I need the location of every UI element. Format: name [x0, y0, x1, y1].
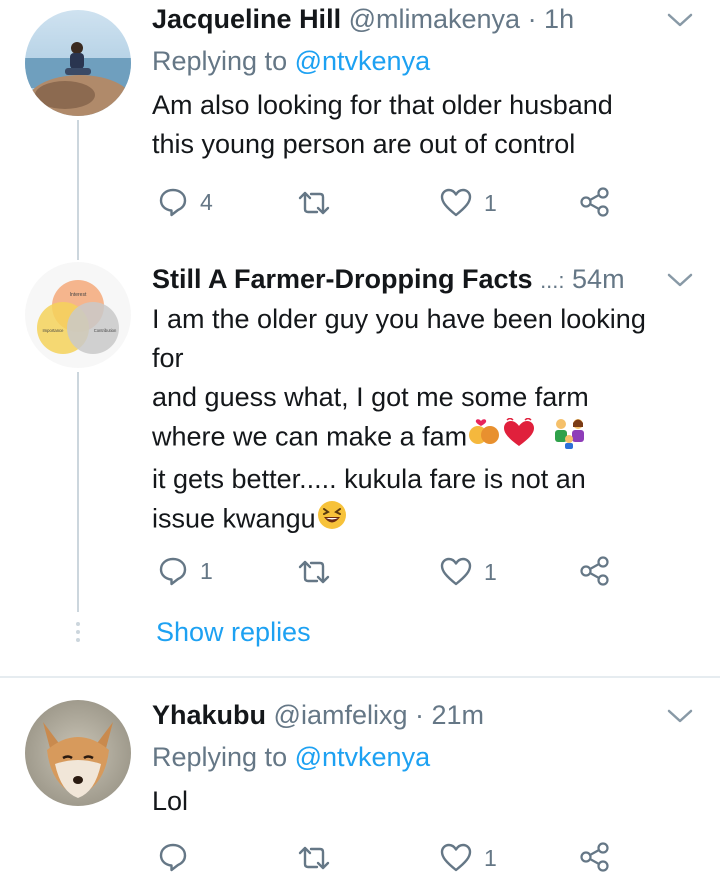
timestamp[interactable]: 54m	[572, 264, 625, 294]
avatar-yhakubu[interactable]	[25, 700, 131, 806]
tweet-line: Am also looking for that older husband	[152, 90, 613, 120]
venn-label-interest: Interest	[70, 292, 87, 298]
retweet-button[interactable]	[296, 189, 344, 217]
share-icon	[579, 555, 611, 587]
share-icon	[579, 186, 611, 218]
reply-icon	[158, 556, 188, 586]
retweet-icon	[296, 558, 332, 586]
timestamp[interactable]: · 21m	[415, 700, 484, 730]
retweet-button[interactable]	[296, 844, 344, 872]
chevron-down-icon[interactable]	[666, 270, 694, 290]
user-handle[interactable]: @mlimakenya	[349, 4, 520, 34]
tweet-text: Lol	[152, 782, 700, 821]
display-name[interactable]: Jacqueline Hill	[152, 4, 341, 34]
action-bar: 4 1	[0, 183, 720, 223]
heart-icon	[440, 557, 472, 587]
reply-count: 4	[200, 188, 213, 215]
reply-button[interactable]: 1	[158, 556, 213, 586]
replying-to-mention[interactable]: @ntvkenya	[295, 742, 430, 772]
reply-count: 1	[200, 557, 213, 584]
thread-dot	[76, 638, 80, 642]
like-count: 1	[484, 558, 497, 585]
tweet-line-with-emoji: where we can make a fam	[152, 417, 700, 460]
tweet-line: I am the older guy you have been looking	[152, 304, 646, 334]
retweet-button[interactable]	[296, 558, 344, 586]
thread-dot	[76, 630, 80, 634]
tweet-header: Jacqueline Hill @mlimakenya · 1h	[152, 2, 574, 36]
venn-label-contribution: Contribution	[94, 328, 117, 333]
thread-line	[77, 372, 79, 612]
share-icon	[579, 841, 611, 873]
display-name[interactable]: Yhakubu	[152, 700, 266, 730]
replying-to-mention[interactable]: @ntvkenya	[295, 46, 430, 76]
tweet-line: it gets better..... kukula fare is not a…	[152, 464, 586, 494]
show-replies-link[interactable]: Show replies	[156, 614, 311, 650]
chevron-down-icon[interactable]	[666, 706, 694, 726]
like-count: 1	[484, 844, 497, 871]
kiss-emoji-icon	[467, 418, 501, 459]
thread-dot	[76, 622, 80, 626]
reply-button[interactable]: 4	[158, 187, 213, 217]
retweet-icon	[296, 844, 332, 872]
replying-to-label: Replying to	[152, 742, 288, 772]
tweet-line: and guess what, I got me some farm	[152, 382, 589, 412]
replying-to: Replying to @ntvkenya	[152, 44, 430, 78]
tweet-text: I am the older guy you have been looking…	[152, 300, 700, 542]
share-button[interactable]	[579, 555, 611, 587]
replying-to-label: Replying to	[152, 46, 288, 76]
heart-emoji-icon	[501, 417, 537, 459]
tweet-header: Yhakubu @iamfelixg · 21m	[152, 698, 484, 732]
avatar-jacqueline[interactable]	[25, 10, 131, 116]
reply-icon	[158, 842, 188, 872]
heart-icon	[440, 843, 472, 873]
like-count: 1	[484, 189, 497, 216]
user-handle[interactable]: @iamfelixg	[274, 700, 408, 730]
action-bar: 1 1	[0, 552, 720, 592]
action-bar: 1	[0, 838, 720, 878]
venn-label-importance: Importance	[43, 328, 65, 333]
tweet-3[interactable]: Yhakubu @iamfelixg · 21m Replying to @nt…	[0, 678, 720, 882]
tweet-1[interactable]: Jacqueline Hill @mlimakenya · 1h Replyin…	[0, 0, 720, 240]
tweet-line: this young person are out of control	[152, 129, 576, 159]
avatar-farmer[interactable]: Interest Importance Contribution	[25, 262, 131, 368]
tweet-text: Am also looking for that older husband t…	[152, 86, 700, 164]
tweet-header: Still A Farmer-Dropping Facts ...: 54m	[152, 262, 625, 298]
reply-button[interactable]	[158, 842, 200, 872]
handle-truncated: ...:	[540, 268, 565, 293]
share-button[interactable]	[579, 841, 611, 873]
thread-line	[77, 120, 79, 260]
reply-icon	[158, 187, 188, 217]
tweet-line: where we can make a fam	[152, 421, 468, 452]
tweet-2[interactable]: Interest Importance Contribution Still A…	[0, 250, 720, 670]
like-button[interactable]: 1	[440, 557, 497, 587]
share-button[interactable]	[579, 186, 611, 218]
retweet-icon	[296, 189, 332, 217]
heart-icon	[440, 188, 472, 218]
chevron-down-icon[interactable]	[666, 10, 694, 30]
tweet-line-with-emoji: issue kwangu	[152, 499, 700, 542]
tweet-line: for	[152, 343, 184, 373]
timestamp[interactable]: · 1h	[528, 4, 575, 34]
family-emoji-icon	[551, 417, 589, 460]
tweet-line: issue kwangu	[152, 503, 316, 534]
like-button[interactable]: 1	[440, 188, 497, 218]
like-button[interactable]: 1	[440, 843, 497, 873]
tweet-line: Lol	[152, 786, 189, 816]
display-name[interactable]: Still A Farmer-Dropping Facts	[152, 264, 533, 294]
replying-to: Replying to @ntvkenya	[152, 740, 430, 774]
laughing-emoji-icon	[316, 499, 348, 542]
